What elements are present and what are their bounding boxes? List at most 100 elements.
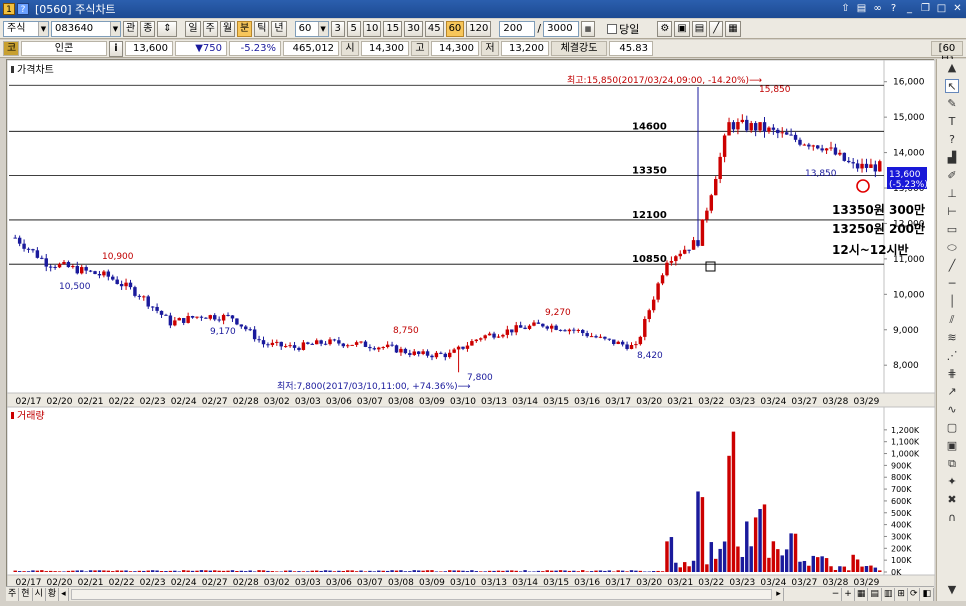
period-day-button[interactable]: 일	[185, 20, 201, 37]
cycle-icon[interactable]: ∿	[945, 403, 959, 417]
bottom-tab[interactable]: 현	[19, 587, 33, 601]
interval-45-button[interactable]: 45	[424, 20, 444, 37]
gann-fan-icon[interactable]: ⋰	[945, 349, 959, 363]
close-icon[interactable]: ✕	[951, 2, 964, 15]
apply-icon[interactable]: ▦	[581, 20, 596, 37]
volume-bar	[13, 570, 17, 572]
parallel-lines-icon[interactable]: ⋕	[945, 367, 959, 381]
reference-line-label: 13350	[632, 166, 667, 177]
horizontal-scrollbar[interactable]	[70, 588, 773, 600]
options-icon[interactable]: ◧	[920, 587, 934, 601]
up-down-stepper[interactable]: ⇕	[157, 20, 178, 37]
brush-icon[interactable]: ✐	[945, 169, 959, 183]
fibonacci-icon[interactable]: ≋	[945, 331, 959, 345]
collapse-arrow-icon[interactable]: ▲	[945, 61, 959, 75]
refresh-icon[interactable]: ⟳	[908, 587, 921, 601]
chart-type-icon[interactable]: ▥	[882, 587, 896, 601]
save-icon[interactable]: ▣	[674, 20, 690, 37]
help-icon[interactable]: ?	[17, 3, 29, 15]
watchlist-button[interactable]: 관	[123, 20, 139, 37]
link-icon[interactable]: ∞	[871, 2, 884, 15]
eraser-icon[interactable]: ✎	[945, 97, 959, 111]
volume-bar	[869, 565, 873, 572]
period-tick-button[interactable]: 틱	[254, 20, 270, 37]
candle-body	[363, 341, 368, 347]
box-icon[interactable]: ▢	[945, 421, 959, 435]
chart-area[interactable]: 가격차트 거래량 14600 13350 12100 10850 16,000 15,0…	[6, 59, 936, 601]
ruler-icon[interactable]: ⊥	[945, 187, 959, 201]
bottom-tab[interactable]: 시	[33, 587, 46, 601]
vline-icon[interactable]: │	[945, 295, 959, 309]
same-day-checkbox[interactable]	[607, 23, 618, 34]
interval-select[interactable]: 60 ▼	[294, 20, 329, 37]
x-axis-label: 02/28	[233, 397, 259, 407]
minimize-icon[interactable]: _	[903, 2, 916, 15]
rectangle-icon[interactable]: ▭	[945, 223, 959, 237]
candle-body	[288, 345, 292, 347]
excel-icon[interactable]: ▦	[855, 587, 869, 601]
period-year-button[interactable]: 년	[271, 20, 287, 37]
chevron-down-icon[interactable]: ▼	[317, 21, 328, 36]
measure-icon[interactable]: ⊢	[945, 205, 959, 219]
ellipse-icon[interactable]: ⬭	[945, 241, 959, 255]
period-minute-button[interactable]: 분	[237, 20, 253, 37]
reference-line-label: 12100	[632, 210, 667, 221]
count-input[interactable]: 200	[499, 20, 536, 37]
settings-icon[interactable]: ⚙	[657, 20, 673, 37]
fit-icon[interactable]: ⊞	[895, 587, 908, 601]
draw-icon[interactable]: ╱	[709, 20, 724, 37]
market-select[interactable]: 주식 ▼	[3, 20, 49, 37]
arrow-icon[interactable]: ↗	[945, 385, 959, 399]
fill-tool-icon[interactable]: ▟	[945, 151, 959, 165]
channel-icon[interactable]: ⫽	[945, 313, 959, 327]
help-button-icon[interactable]: ?	[887, 2, 900, 15]
zoom-out-icon[interactable]: −	[830, 587, 843, 601]
candle-body	[572, 329, 576, 331]
interval-60-button[interactable]: 60	[445, 20, 465, 37]
expand-arrow-icon[interactable]: ▼	[945, 583, 959, 597]
maximize-icon[interactable]: □	[935, 2, 948, 15]
interval-10-button[interactable]: 10	[362, 20, 382, 37]
table-icon[interactable]: ▤	[868, 587, 882, 601]
volume-bar	[266, 570, 270, 572]
interval-30-button[interactable]: 30	[404, 20, 423, 37]
window-list-icon[interactable]: ▤	[855, 2, 868, 15]
x-axis-label: 03/20	[636, 397, 662, 407]
app-number-icon[interactable]: 1	[3, 3, 15, 15]
bottom-tab[interactable]: 주	[6, 587, 20, 601]
period-month-button[interactable]: 월	[219, 20, 236, 37]
period-week-button[interactable]: 주	[202, 20, 218, 37]
bottom-tab[interactable]: 황	[46, 587, 60, 601]
question-icon[interactable]: ?	[945, 133, 959, 147]
interval-120-button[interactable]: 120	[466, 20, 492, 37]
quote-bar: 코 인콘 i 13,600 ▼750 -5.23% 465,012 시 14,3…	[0, 40, 966, 67]
palette-icon[interactable]: ✦	[945, 475, 959, 489]
scroll-left-icon[interactable]: ◂	[59, 587, 69, 601]
zoom-in-icon[interactable]: +	[842, 587, 855, 601]
chevron-down-icon[interactable]: ▼	[38, 21, 48, 36]
grid-icon[interactable]: ▦	[725, 20, 741, 37]
interval-3-button[interactable]: 3	[330, 20, 345, 37]
scroll-right-icon[interactable]: ▸	[774, 587, 784, 601]
pin-icon[interactable]: ⇧	[839, 2, 852, 15]
interval-15-button[interactable]: 15	[383, 20, 403, 37]
hline-icon[interactable]: ─	[945, 277, 959, 291]
magnet-icon[interactable]: ∩	[945, 511, 959, 525]
text-tool-icon[interactable]: T	[945, 115, 959, 129]
chevron-down-icon[interactable]: ▼	[110, 21, 120, 36]
interval-5-button[interactable]: 5	[346, 20, 361, 37]
info-button[interactable]: i	[109, 40, 123, 57]
trendline-icon[interactable]: ╱	[945, 259, 959, 273]
volume-bar	[594, 570, 598, 572]
chart-svg[interactable]: 가격차트 거래량 14600 13350 12100 10850 16,000 15,0…	[6, 59, 936, 589]
stock-search-button[interactable]: 종	[140, 20, 156, 37]
print-icon[interactable]: ▤	[691, 20, 708, 37]
pointer-icon[interactable]: ↖	[945, 79, 959, 93]
restore-icon[interactable]: ❐	[919, 2, 932, 15]
stock-code-input[interactable]: 083640 ▼	[51, 20, 121, 37]
image-icon[interactable]: ▣	[945, 439, 959, 453]
volume-bar	[851, 554, 855, 572]
total-input[interactable]: 3000	[543, 20, 580, 37]
copy-icon[interactable]: ⧉	[945, 457, 959, 471]
delete-icon[interactable]: ✖	[945, 493, 959, 507]
